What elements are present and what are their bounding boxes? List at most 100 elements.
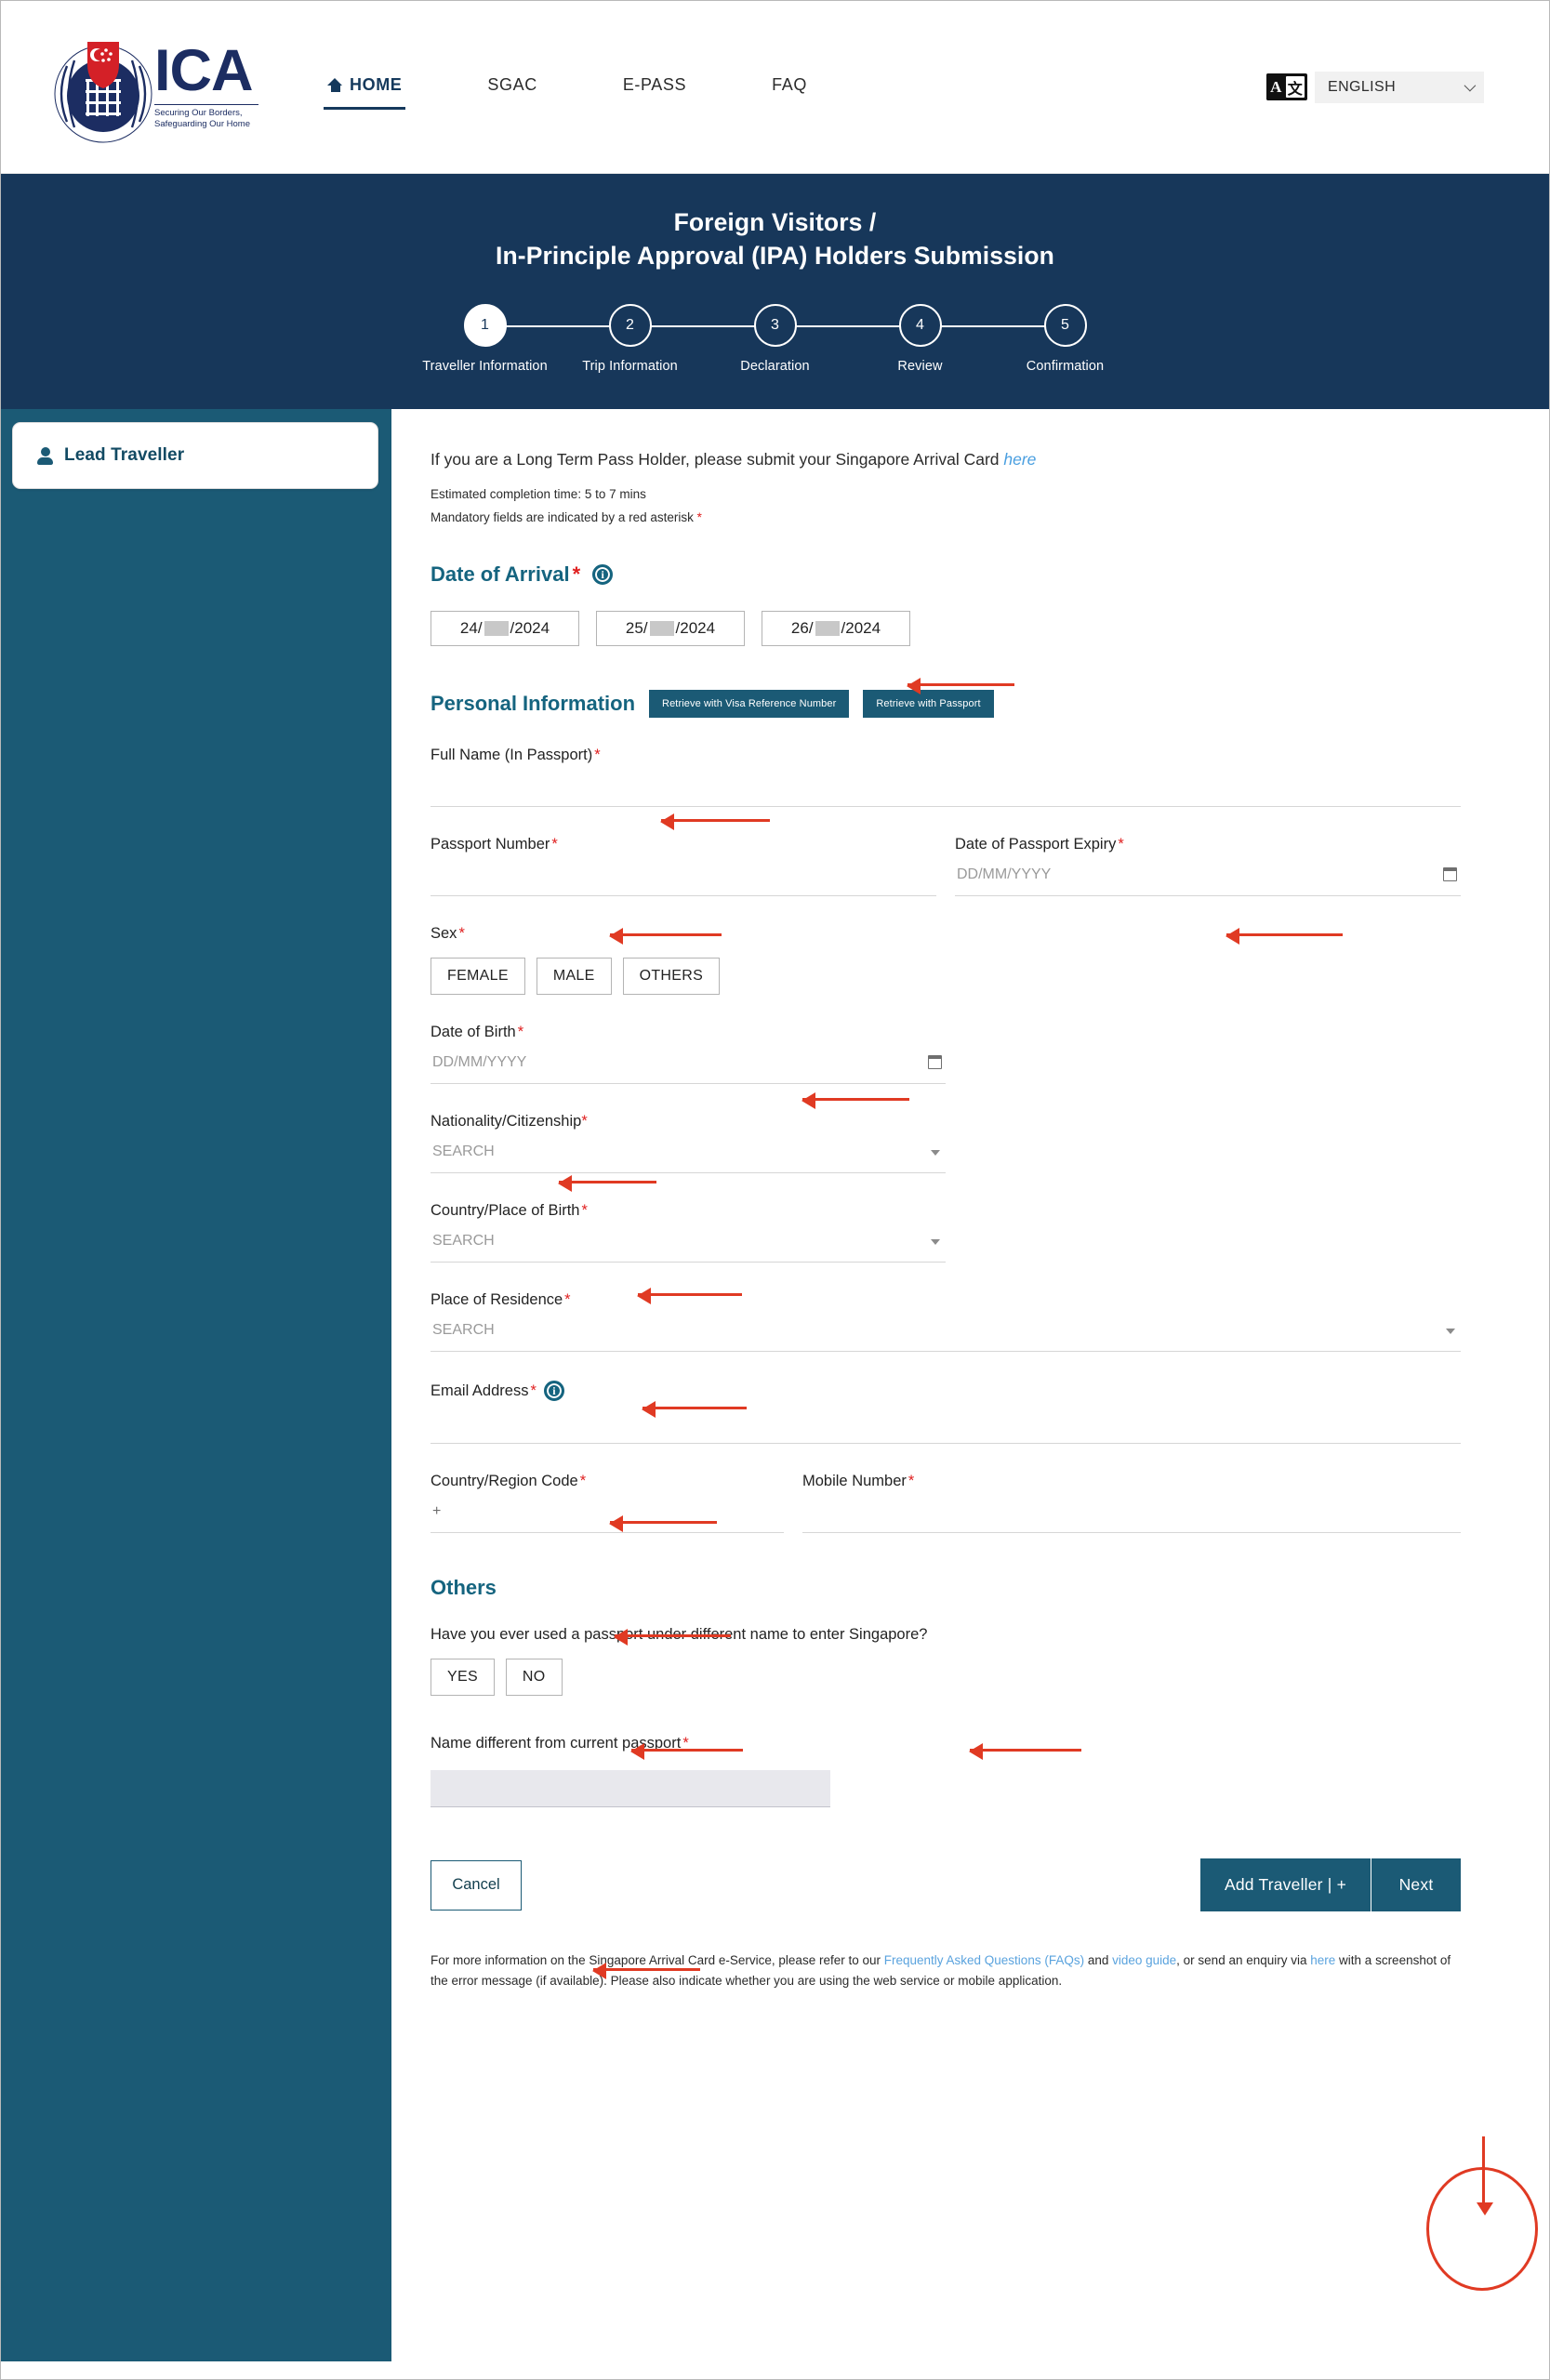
dropdown-arrow-icon[interactable] (931, 1150, 940, 1157)
nationality-label-text: Nationality/Citizenship (431, 1113, 582, 1130)
long-term-pass-here-link[interactable]: here (1003, 450, 1036, 469)
date-of-birth-required: * (517, 1024, 524, 1041)
translate-icon-glyph: 文 (1285, 76, 1305, 98)
footer-text-part3: , or send an enquiry via (1176, 1953, 1311, 1968)
date-of-birth-label-text: Date of Birth (431, 1024, 516, 1041)
ica-tagline-line2: Safeguarding Our Home (154, 118, 250, 129)
passport-expiry-input[interactable] (955, 853, 1461, 897)
date-option-3[interactable]: 26/ /2024 (762, 611, 910, 647)
cancel-button[interactable]: Cancel (431, 1859, 522, 1911)
page-title-line1: Foreign Visitors / (673, 208, 877, 236)
step-declaration[interactable]: 3 Declaration (703, 304, 848, 374)
date-option-1-year: /2024 (510, 619, 550, 638)
different-name-question: Have you ever used a passport under diff… (431, 1626, 928, 1644)
date-of-arrival-heading: Date of Arrival * i (431, 562, 1461, 587)
retrieve-with-visa-button[interactable]: Retrieve with Visa Reference Number (649, 690, 850, 719)
different-name-option-yes[interactable]: YES (431, 1659, 495, 1697)
others-section-title: Others (431, 1576, 497, 1600)
ica-crest-icon (52, 29, 154, 145)
date-option-2[interactable]: 25/ /2024 (596, 611, 745, 647)
place-of-residence-input[interactable] (431, 1309, 1461, 1353)
chevron-down-icon (1464, 79, 1477, 92)
email-field-group: Email Address * i (431, 1381, 1461, 1445)
language-dropdown[interactable]: ENGLISH (1315, 71, 1484, 103)
sex-field-group: Sex * FEMALE MALE OTHERS (431, 925, 1461, 996)
sex-option-others[interactable]: OTHERS (622, 958, 721, 996)
ica-logo[interactable]: ICA Securing Our Borders, Safeguarding O… (52, 29, 258, 145)
date-of-birth-input[interactable] (431, 1041, 946, 1085)
name-different-input[interactable] (431, 1770, 830, 1808)
nav-item-epass[interactable]: E-PASS (623, 66, 686, 108)
nav-item-epass-label: E-PASS (622, 75, 687, 94)
step-confirmation[interactable]: 5 Confirmation (993, 304, 1138, 374)
date-option-1[interactable]: 24/ /2024 (431, 611, 579, 647)
nav-item-sgac[interactable]: SGAC (487, 66, 537, 108)
faq-link[interactable]: Frequently Asked Questions (FAQs) (884, 1953, 1084, 1967)
step-traveller-information[interactable]: 1 Traveller Information (413, 304, 558, 374)
name-different-label: Name different from current passport * (431, 1735, 1461, 1752)
passport-number-label: Passport Number * (431, 836, 936, 853)
name-different-required: * (682, 1735, 689, 1752)
step-review[interactable]: 4 Review (848, 304, 993, 374)
sex-option-male[interactable]: MALE (536, 958, 612, 996)
form-actions: Cancel Add Traveller | + Next (431, 1858, 1461, 1912)
country-region-code-required: * (579, 1473, 587, 1490)
mobile-number-required: * (907, 1473, 915, 1490)
name-different-field-group: Name different from current passport * (431, 1735, 1461, 1808)
passport-expiry-required: * (1118, 836, 1124, 853)
sex-option-female[interactable]: FEMALE (431, 958, 525, 996)
ica-wordmark: ICA Securing Our Borders, Safeguarding O… (154, 38, 258, 130)
language-selector[interactable]: A 文 ENGLISH (1266, 71, 1484, 103)
date-option-1-day: 24/ (459, 619, 483, 638)
mobile-number-input[interactable] (802, 1490, 1461, 1534)
country-region-code-field-group: Country/Region Code * (431, 1473, 784, 1534)
nationality-required: * (581, 1113, 588, 1130)
email-required: * (530, 1382, 537, 1399)
step-1-number: 1 (463, 304, 507, 348)
nav-item-faq-label: FAQ (772, 75, 807, 94)
nav-item-faq[interactable]: FAQ (772, 66, 807, 108)
country-of-birth-input[interactable] (431, 1220, 946, 1263)
sex-label: Sex * (431, 925, 1461, 943)
calendar-icon[interactable] (1443, 867, 1457, 882)
date-of-birth-field-group: Date of Birth * (431, 1024, 946, 1085)
info-icon[interactable]: i (543, 1381, 564, 1402)
retrieve-with-passport-button[interactable]: Retrieve with Passport (863, 690, 994, 719)
full-name-input[interactable] (431, 764, 1461, 808)
nav-item-home[interactable]: HOME (323, 66, 406, 110)
mandatory-fields-text: Mandatory fields are indicated by a red … (431, 510, 697, 525)
different-name-option-no[interactable]: NO (505, 1659, 563, 1697)
long-term-pass-notice-text: If you are a Long Term Pass Holder, plea… (431, 450, 1004, 469)
email-label: Email Address * i (431, 1381, 1461, 1402)
redacted-month-2 (649, 621, 674, 637)
progress-stepper: 1 Traveller Information 2 Trip Informati… (413, 304, 1138, 374)
step-4-number: 4 (898, 304, 942, 348)
passport-expiry-label-text: Date of Passport Expiry (955, 836, 1117, 853)
video-guide-link[interactable]: video guide (1112, 1953, 1176, 1967)
sidebar-item-lead-traveller[interactable]: Lead Traveller (12, 422, 378, 490)
footer-text-part2: and (1084, 1953, 1113, 1968)
add-traveller-button[interactable]: Add Traveller | + (1200, 1858, 1371, 1912)
dropdown-arrow-icon[interactable] (931, 1239, 940, 1246)
ica-logo-text: ICA (154, 38, 254, 104)
redacted-month-1 (484, 621, 509, 637)
dropdown-arrow-icon[interactable] (1446, 1329, 1455, 1335)
calendar-icon[interactable] (928, 1055, 942, 1070)
sidebar-item-lead-traveller-label: Lead Traveller (64, 445, 185, 466)
passport-number-label-text: Passport Number (431, 836, 550, 853)
full-name-label-text: Full Name (In Passport) (431, 747, 593, 764)
full-name-required: * (594, 747, 601, 764)
nationality-input[interactable] (431, 1130, 946, 1174)
email-input[interactable] (431, 1401, 1461, 1445)
nationality-label: Nationality/Citizenship * (431, 1113, 946, 1130)
translate-icon-letter: A (1266, 73, 1286, 100)
date-option-3-day: 26/ (790, 619, 814, 638)
mobile-number-label: Mobile Number * (802, 1473, 1461, 1490)
passport-number-input[interactable] (431, 853, 936, 897)
next-button[interactable]: Next (1371, 1858, 1461, 1912)
info-icon[interactable]: i (592, 564, 614, 586)
date-of-arrival-required: * (572, 562, 581, 587)
country-region-code-input[interactable] (431, 1490, 784, 1534)
step-trip-information[interactable]: 2 Trip Information (558, 304, 703, 374)
enquiry-here-link[interactable]: here (1310, 1953, 1335, 1967)
